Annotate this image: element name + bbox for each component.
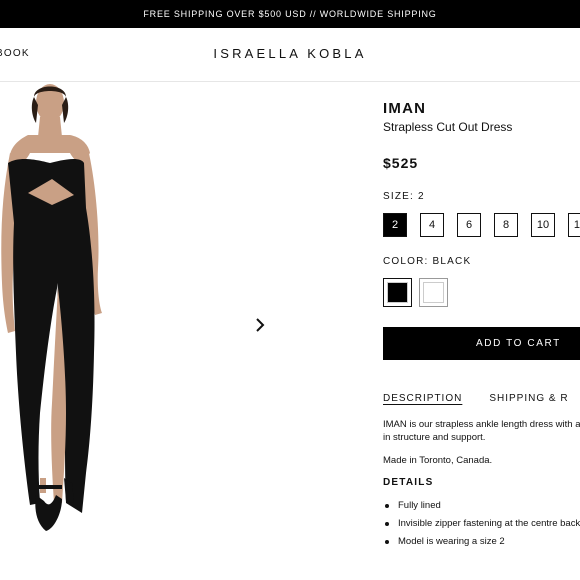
selected-color-text: BLACK (432, 256, 472, 267)
add-to-cart-button[interactable]: ADD TO CART (383, 327, 580, 360)
announcement-bar: FREE SHIPPING OVER $500 USD // WORLDWIDE… (0, 0, 580, 28)
product-image (1, 84, 102, 531)
color-label: COLOR: BLACK (383, 256, 471, 267)
description-text: IMAN is our strapless ankle length dress… (383, 419, 580, 443)
chevron-right-icon[interactable] (253, 316, 267, 334)
brand-logo[interactable]: ISRAELLA KOBLA (0, 46, 580, 61)
details-list: Fully lined Invisible zipper fastening a… (383, 500, 580, 554)
product-price: $525 (383, 155, 419, 171)
details-item: Model is wearing a size 2 (383, 536, 580, 554)
size-option-10[interactable]: 10 (531, 213, 555, 237)
size-option-6[interactable]: 6 (457, 213, 481, 237)
product-subtitle: Strapless Cut Out Dress (383, 120, 513, 134)
size-option-4[interactable]: 4 (420, 213, 444, 237)
size-option-12[interactable]: 12 (568, 213, 580, 237)
details-item: Invisible zipper fastening at the centre… (383, 518, 580, 536)
tab-description[interactable]: DESCRIPTION (383, 393, 462, 404)
announcement-text: FREE SHIPPING OVER $500 USD // WORLDWIDE… (143, 9, 437, 19)
tab-shipping[interactable]: SHIPPING & R (489, 393, 568, 404)
swatch-fill-white (423, 282, 444, 303)
product-gallery (0, 83, 372, 580)
product-tabs: DESCRIPTION SHIPPING & R (383, 393, 569, 404)
color-label-text: COLOR: (383, 256, 429, 267)
made-in-text: Made in Toronto, Canada. (383, 455, 493, 466)
details-item: Fully lined (383, 500, 580, 518)
product-info: IMAN Strapless Cut Out Dress $525 SIZE: … (383, 100, 580, 580)
color-swatch-white[interactable] (419, 278, 448, 307)
site-header: BOOK ISRAELLA KOBLA (0, 28, 580, 82)
size-option-8[interactable]: 8 (494, 213, 518, 237)
swatch-fill-black (387, 282, 408, 303)
size-options: 2 4 6 8 10 12 (383, 213, 580, 237)
description-text-block: IMAN is our strapless ankle length dress… (383, 418, 580, 444)
color-options (383, 278, 448, 307)
selected-size-text: 2 (418, 191, 425, 202)
product-title: IMAN (383, 100, 427, 117)
size-label: SIZE: 2 (383, 191, 425, 202)
size-option-2[interactable]: 2 (383, 213, 407, 237)
size-label-text: SIZE: (383, 191, 415, 202)
details-heading: DETAILS (383, 477, 434, 488)
color-swatch-black[interactable] (383, 278, 412, 307)
